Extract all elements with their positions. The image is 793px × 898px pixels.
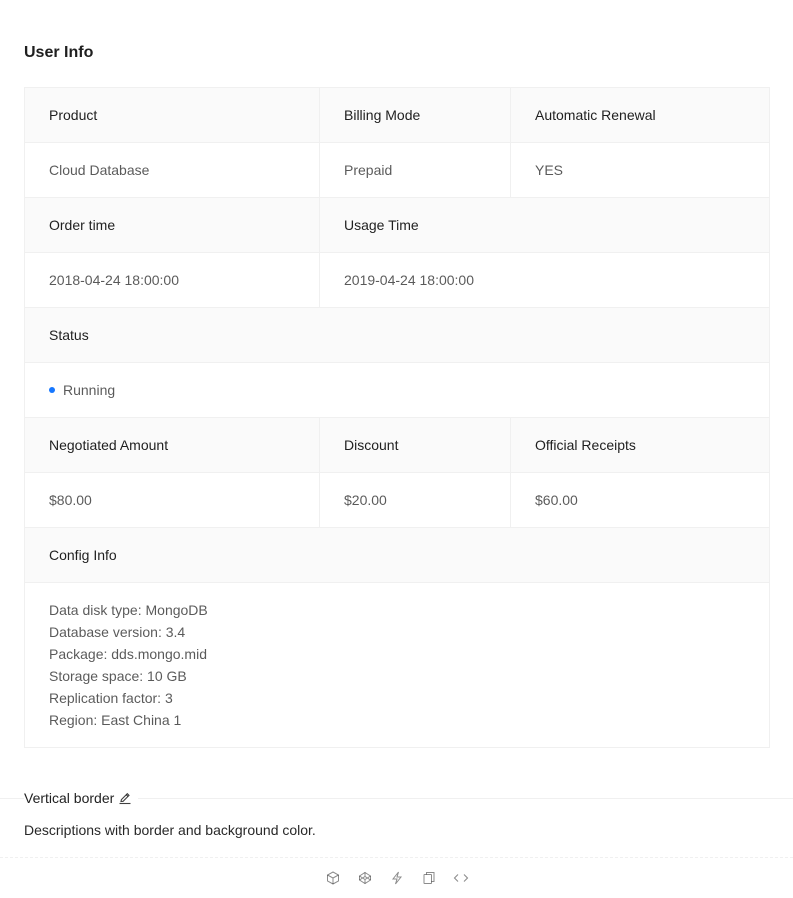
value-row: Running [24,362,770,418]
value-product: Cloud Database [24,142,320,198]
label-usage-time: Usage Time [319,197,770,253]
label-negotiated-amount: Negotiated Amount [24,417,320,473]
label-status: Status [24,307,770,363]
value-automatic-renewal: YES [510,142,770,198]
label-order-time: Order time [24,197,320,253]
actions-divider [0,857,793,858]
demo-card: User Info Product Billing Mode Automatic… [0,0,793,898]
value-order-time: 2018-04-24 18:00:00 [24,252,320,308]
config-line: Data disk type: MongoDB [49,602,208,618]
value-billing-mode: Prepaid [319,142,511,198]
demo-title-text: Vertical border [24,790,115,806]
label-automatic-renewal: Automatic Renewal [510,87,770,143]
label-row: Product Billing Mode Automatic Renewal [24,87,770,143]
copy-icon[interactable] [421,870,437,886]
stackblitz-icon[interactable] [389,870,405,886]
label-official-receipts: Official Receipts [510,417,770,473]
label-row: Negotiated Amount Discount Official Rece… [24,417,770,473]
codesandbox-icon[interactable] [325,870,341,886]
demo-description: Descriptions with border and background … [24,822,316,838]
label-config-info: Config Info [24,527,770,583]
demo-meta-title: Vertical border [24,790,139,806]
config-line: Database version: 3.4 [49,624,186,640]
expand-code-icon[interactable] [453,870,469,886]
config-line: Replication factor: 3 [49,690,173,706]
label-row: Status [24,307,770,363]
value-row: Data disk type: MongoDB Database version… [24,582,770,748]
label-row: Order time Usage Time [24,197,770,253]
edit-icon[interactable] [118,791,132,805]
code-actions [0,868,793,888]
config-line: Region: East China 1 [49,712,182,728]
config-line: Package: dds.mongo.mid [49,646,207,662]
value-usage-time: 2019-04-24 18:00:00 [319,252,770,308]
codepen-icon[interactable] [357,870,373,886]
config-line: Storage space: 10 GB [49,668,187,684]
value-negotiated-amount: $80.00 [24,472,320,528]
label-product: Product [24,87,320,143]
label-discount: Discount [319,417,511,473]
value-row: 2018-04-24 18:00:00 2019-04-24 18:00:00 [24,252,770,308]
descriptions-table: Product Billing Mode Automatic Renewal C… [24,87,770,748]
value-official-receipts: $60.00 [510,472,770,528]
value-row: $80.00 $20.00 $60.00 [24,472,770,528]
value-config-info: Data disk type: MongoDB Database version… [24,582,770,748]
value-row: Cloud Database Prepaid YES [24,142,770,198]
label-row: Config Info [24,527,770,583]
descriptions-title: User Info [24,44,94,61]
label-billing-mode: Billing Mode [319,87,511,143]
value-status: Running [24,362,770,418]
status-badge-dot [49,387,55,394]
value-discount: $20.00 [319,472,511,528]
status-text: Running [63,382,116,398]
